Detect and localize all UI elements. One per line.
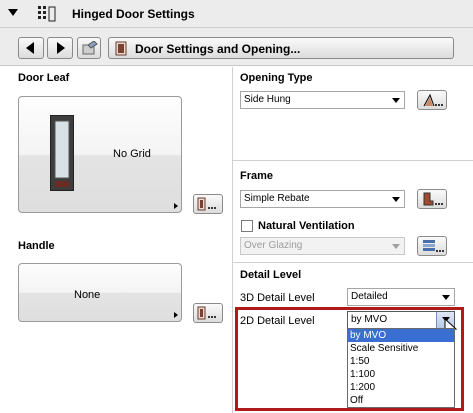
chevron-down-icon	[392, 98, 400, 103]
opening-type-settings-button[interactable]	[417, 90, 447, 110]
favorites-button[interactable]	[77, 37, 101, 59]
handle-settings-button[interactable]	[193, 303, 223, 323]
section-selector-button[interactable]: Door Settings and Opening...	[108, 37, 454, 59]
natural-ventilation-label: Natural Ventilation	[258, 220, 355, 232]
detail-3d-label: 3D Detail Level	[240, 292, 315, 304]
collapse-arrow-icon[interactable]	[8, 9, 18, 16]
natural-ventilation-checkbox[interactable]	[241, 220, 253, 232]
panel-header	[0, 0, 473, 28]
ventilation-icon	[423, 240, 444, 252]
opening-type-select[interactable]: Side Hung	[240, 91, 405, 109]
door-leaf-image	[50, 115, 74, 191]
door-leaf-settings-button[interactable]	[193, 194, 223, 214]
favorites-icon	[82, 41, 98, 55]
detail-level-title: Detail Level	[240, 269, 302, 281]
section-label: Door Settings and Opening...	[135, 42, 301, 56]
ventilation-settings-button[interactable]	[417, 236, 447, 256]
frame-select[interactable]: Simple Rebate	[240, 190, 405, 208]
door-leaf-preview-text: No Grid	[113, 148, 151, 160]
divider-detail	[233, 262, 473, 263]
frame-profile-icon	[423, 192, 443, 206]
column-divider	[232, 67, 233, 413]
handle-title: Handle	[18, 240, 55, 252]
door-icon	[115, 41, 127, 56]
ventilation-value: Over Glazing	[244, 240, 303, 251]
ventilation-select[interactable]: Over Glazing	[240, 237, 405, 255]
opening-swing-icon	[423, 93, 443, 107]
corner-arrow-icon	[174, 203, 178, 209]
chevron-down-icon	[392, 197, 400, 202]
opening-type-value: Side Hung	[244, 94, 291, 105]
next-button[interactable]	[47, 37, 73, 59]
frame-value: Simple Rebate	[244, 193, 310, 204]
detail-3d-value: Detailed	[351, 291, 388, 302]
arrow-right-icon	[57, 42, 65, 54]
highlight-frame	[235, 307, 464, 411]
handle-preview[interactable]: None	[18, 263, 182, 322]
door-ellipsis-icon	[197, 306, 216, 320]
opening-type-title: Opening Type	[240, 72, 313, 84]
corner-arrow-icon	[174, 312, 178, 318]
handle-preview-text: None	[74, 289, 101, 301]
door-settings-grid-icon	[37, 5, 57, 23]
arrow-left-icon	[26, 42, 34, 54]
chevron-down-icon	[392, 244, 400, 249]
divider-frame	[233, 160, 473, 161]
chevron-down-icon	[442, 295, 450, 300]
door-leaf-preview[interactable]: No Grid	[18, 96, 182, 213]
door-leaf-title: Door Leaf	[18, 72, 70, 84]
frame-settings-button[interactable]	[417, 189, 447, 209]
frame-title: Frame	[240, 170, 274, 182]
previous-button[interactable]	[18, 37, 44, 59]
panel-title: Hinged Door Settings	[72, 7, 195, 21]
door-ellipsis-icon	[197, 197, 216, 211]
detail-3d-select[interactable]: Detailed	[347, 288, 455, 306]
